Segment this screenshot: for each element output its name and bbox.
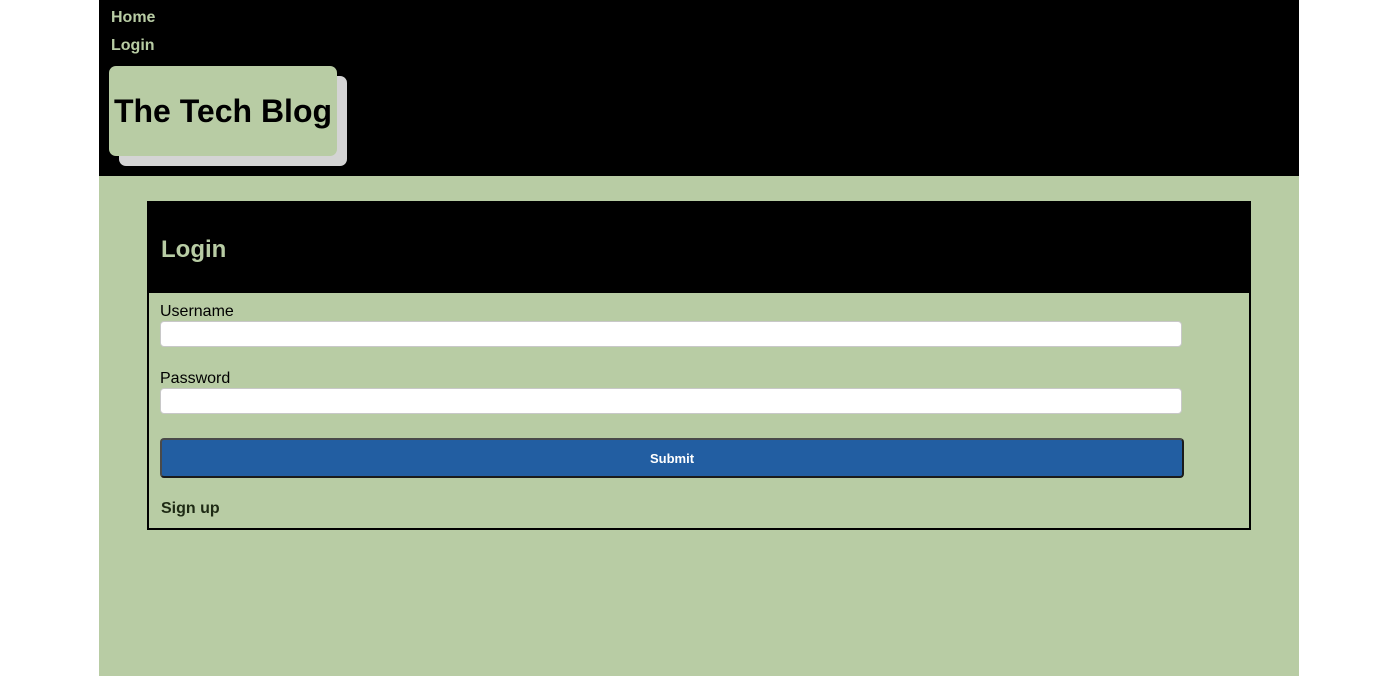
password-label: Password	[160, 370, 231, 387]
login-card: Login Username Password Submit Sign up	[147, 201, 1251, 530]
submit-button[interactable]: Submit	[160, 438, 1184, 478]
page-container: Home Login The Tech Blog Login Username …	[99, 0, 1299, 676]
login-card-title: Login	[161, 236, 227, 263]
site-header: Home Login The Tech Blog	[99, 0, 1299, 176]
username-input[interactable]	[160, 321, 1182, 347]
signup-link[interactable]: Sign up	[161, 499, 220, 519]
password-input[interactable]	[160, 388, 1182, 414]
site-logo: The Tech Blog	[109, 66, 337, 156]
site-title: The Tech Blog	[113, 92, 333, 129]
nav-home-link[interactable]: Home	[111, 8, 155, 28]
nav-login-link[interactable]: Login	[111, 36, 155, 56]
username-label: Username	[160, 303, 234, 320]
login-card-header: Login	[149, 203, 1249, 293]
